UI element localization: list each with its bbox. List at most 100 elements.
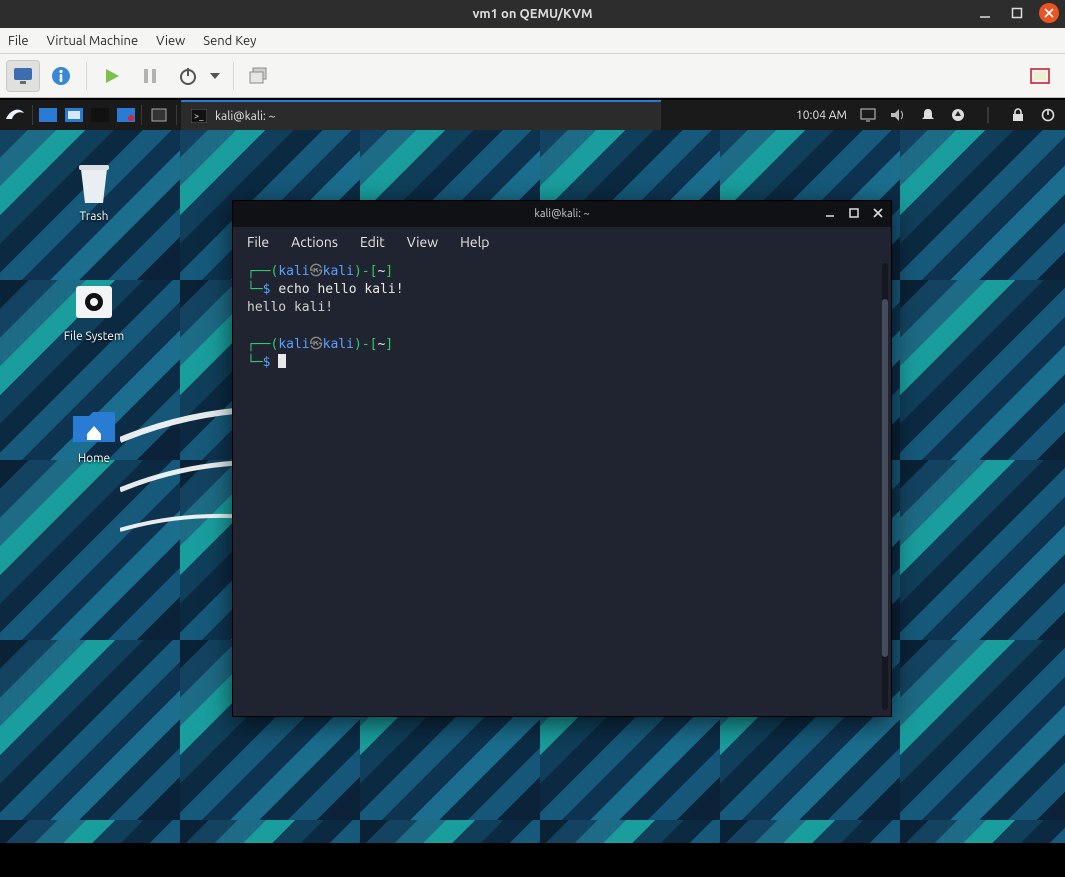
pause-icon [142, 68, 158, 84]
display-tray-icon[interactable] [859, 106, 877, 124]
info-icon [51, 66, 71, 86]
workspace-icon [39, 108, 57, 122]
menu-send-key[interactable]: Send Key [203, 34, 256, 48]
workspace-icon [65, 108, 83, 122]
terminal-close-button[interactable] [871, 206, 885, 220]
prompt-host: kali [323, 337, 354, 352]
prompt-dollar: $ [263, 282, 271, 297]
terminal-window[interactable]: kali@kali: ~ File Actions Edit View Help… [232, 200, 892, 717]
kali-dragon-icon [4, 105, 26, 125]
desktop-icon-filesystem[interactable]: File System [46, 278, 142, 343]
panel-separator-2 [141, 105, 142, 125]
fullscreen-icon [1030, 68, 1050, 84]
guest-letterbox [0, 843, 1065, 877]
workspace-3-button[interactable] [87, 100, 113, 130]
desktop-icon-home[interactable]: Home [46, 400, 142, 465]
panel-separator-4 [979, 106, 997, 124]
workspace-1-button[interactable] [35, 100, 61, 130]
snapshot-icon [249, 67, 269, 85]
prompt-art: - [362, 264, 370, 279]
taskbar-entry-label: kali@kali: ~ [215, 110, 275, 123]
show-details-button[interactable] [44, 60, 78, 92]
terminal-menu-help[interactable]: Help [460, 234, 489, 250]
lock-tray-icon[interactable] [1009, 106, 1027, 124]
workspace-4-button[interactable] [113, 100, 139, 130]
shutdown-button[interactable] [171, 60, 205, 92]
prompt-user: kali [278, 337, 309, 352]
prompt-art: ] [385, 337, 393, 352]
terminal-menubar: File Actions Edit View Help [233, 227, 891, 257]
prompt-dollar: $ [263, 355, 271, 370]
guest-display[interactable]: >_ kali@kali: ~ 10:04 AM [0, 98, 1065, 877]
terminal-cursor [278, 354, 286, 368]
terminal-menu-view[interactable]: View [407, 234, 438, 250]
chevron-down-icon [210, 71, 220, 81]
terminal-minimize-button[interactable] [823, 206, 837, 220]
terminal-menu-file[interactable]: File [247, 234, 269, 250]
panel-clock[interactable]: 10:04 AM [796, 109, 847, 122]
prompt-art: ) [354, 264, 362, 279]
notifications-tray-icon[interactable] [919, 106, 937, 124]
play-icon [103, 67, 121, 85]
host-menubar: File Virtual Machine View Send Key [0, 28, 1065, 54]
shutdown-menu-button[interactable] [205, 60, 225, 92]
menu-file[interactable]: File [8, 34, 29, 48]
files-launcher[interactable] [144, 100, 174, 130]
prompt-art: ) [354, 337, 362, 352]
files-icon [150, 107, 168, 123]
terminal-menu-edit[interactable]: Edit [360, 234, 385, 250]
desktop-icon-trash[interactable]: Trash [46, 158, 142, 223]
terminal-menu-actions[interactable]: Actions [291, 234, 338, 250]
fullscreen-button[interactable] [1023, 60, 1057, 92]
desktop-icon-label: Home [78, 452, 110, 465]
close-button[interactable] [1039, 3, 1059, 23]
workspace-2-button[interactable] [61, 100, 87, 130]
terminal-maximize-button[interactable] [847, 206, 861, 220]
toolbar-separator [86, 62, 87, 90]
prompt-art: └─ [247, 355, 263, 370]
terminal-titlebar[interactable]: kali@kali: ~ [233, 201, 891, 227]
terminal-body[interactable]: ┌──(kali㉿kali)-[~] └─$ echo hello kali! … [233, 257, 891, 716]
prompt-user: kali [278, 264, 309, 279]
host-window-controls [975, 3, 1059, 23]
kali-menu-button[interactable] [0, 100, 30, 130]
home-folder-icon [70, 400, 118, 448]
minimize-button[interactable] [975, 3, 995, 23]
maximize-button[interactable] [1007, 3, 1027, 23]
prompt-host: kali [323, 264, 354, 279]
scrollbar-thumb[interactable] [882, 299, 888, 657]
kali-panel: >_ kali@kali: ~ 10:04 AM [0, 100, 1065, 130]
desktop-icon-label: File System [64, 330, 125, 343]
terminal-icon: >_ [191, 109, 207, 123]
terminal-output: hello kali! [247, 300, 333, 315]
workspace-icon [91, 108, 109, 122]
menu-view[interactable]: View [156, 34, 185, 48]
taskbar-entry-terminal[interactable]: >_ kali@kali: ~ [181, 100, 661, 130]
run-button[interactable] [95, 60, 129, 92]
prompt-art: ┌──( [247, 264, 278, 279]
terminal-scrollbar[interactable] [882, 263, 888, 710]
drive-icon [70, 278, 118, 326]
terminal-command: echo hello kali! [278, 282, 403, 297]
snapshots-button[interactable] [242, 60, 276, 92]
prompt-art: └─ [247, 282, 263, 297]
show-console-button[interactable] [6, 60, 40, 92]
power-icon [179, 67, 197, 85]
power-tray-icon[interactable] [1039, 106, 1057, 124]
terminal-title: kali@kali: ~ [534, 208, 589, 220]
trash-icon [70, 158, 118, 206]
prompt-art: ] [385, 264, 393, 279]
workspace-icon [117, 108, 135, 122]
prompt-sep: ㉿ [310, 264, 323, 279]
prompt-sep: ㉿ [310, 337, 323, 352]
updates-tray-icon[interactable] [949, 106, 967, 124]
svg-text:>_: >_ [194, 111, 204, 121]
menu-virtual-machine[interactable]: Virtual Machine [47, 34, 139, 48]
panel-separator-3 [176, 105, 177, 125]
host-toolbar [0, 54, 1065, 98]
prompt-art: - [362, 337, 370, 352]
host-window-titlebar: vm1 on QEMU/KVM [0, 0, 1065, 28]
desktop-icon-label: Trash [79, 210, 108, 223]
volume-tray-icon[interactable] [889, 106, 907, 124]
pause-button[interactable] [133, 60, 167, 92]
